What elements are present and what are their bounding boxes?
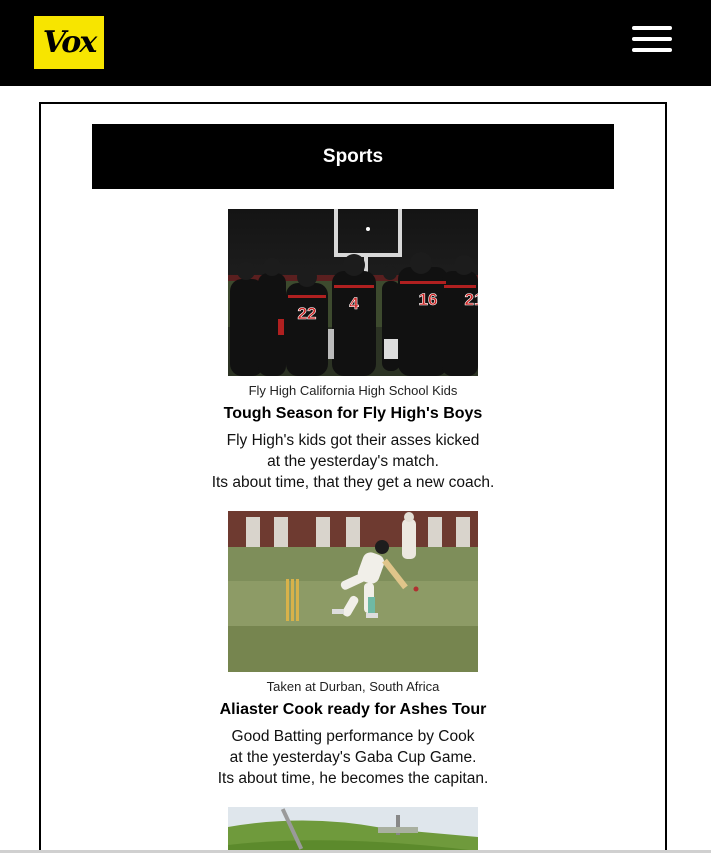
content-panel: Sports 22 4 16 2 Fly High California Hig… [39, 102, 667, 853]
logo-text: Vox [42, 25, 97, 60]
article-headline[interactable]: Tough Season for Fly High's Boys [41, 405, 665, 423]
svg-text:22: 22 [298, 304, 317, 323]
summary-line: Its about time, he becomes the capitan. [217, 770, 489, 787]
summary-line: Its about time, that they get a new coac… [211, 474, 495, 491]
summary-line: Good Batting performance by Cook [231, 728, 475, 745]
cricket-batsman-image [228, 511, 478, 672]
photo-caption: Fly High California High School Kids [248, 383, 458, 398]
summary-line: at the yesterday's match. [267, 453, 439, 470]
hamburger-icon-bar-3 [632, 48, 672, 52]
soccer-team-image: 22 4 16 21 [228, 209, 478, 376]
summary-line: at the yesterday's Gaba Cup Game. [229, 749, 477, 766]
article-headline[interactable]: Aliaster Cook ready for Ashes Tour [41, 701, 665, 719]
hamburger-icon-bar-2 [632, 37, 672, 41]
article-summary: Good Batting performance by Cook at the … [41, 726, 665, 789]
photo-caption: Taken at Durban, South Africa [266, 679, 440, 694]
vox-logo[interactable]: Vox [34, 16, 104, 69]
article-summary: Fly High's kids got their asses kicked a… [41, 430, 665, 493]
section-header: Sports [92, 124, 614, 189]
article-photo-soccer-team[interactable]: 22 4 16 21 [228, 209, 478, 376]
top-navbar: Vox [0, 0, 711, 86]
svg-text:4: 4 [349, 294, 359, 313]
article-photo-cricket[interactable] [228, 511, 478, 672]
section-title: Sports [322, 145, 384, 167]
svg-text:16: 16 [419, 290, 438, 309]
article-photo-golf[interactable] [228, 807, 478, 853]
hamburger-menu-button[interactable] [628, 24, 674, 54]
summary-line: Fly High's kids got their asses kicked [226, 432, 480, 449]
hamburger-icon [632, 26, 672, 30]
svg-text:21: 21 [465, 290, 478, 309]
golf-course-image [228, 807, 478, 853]
